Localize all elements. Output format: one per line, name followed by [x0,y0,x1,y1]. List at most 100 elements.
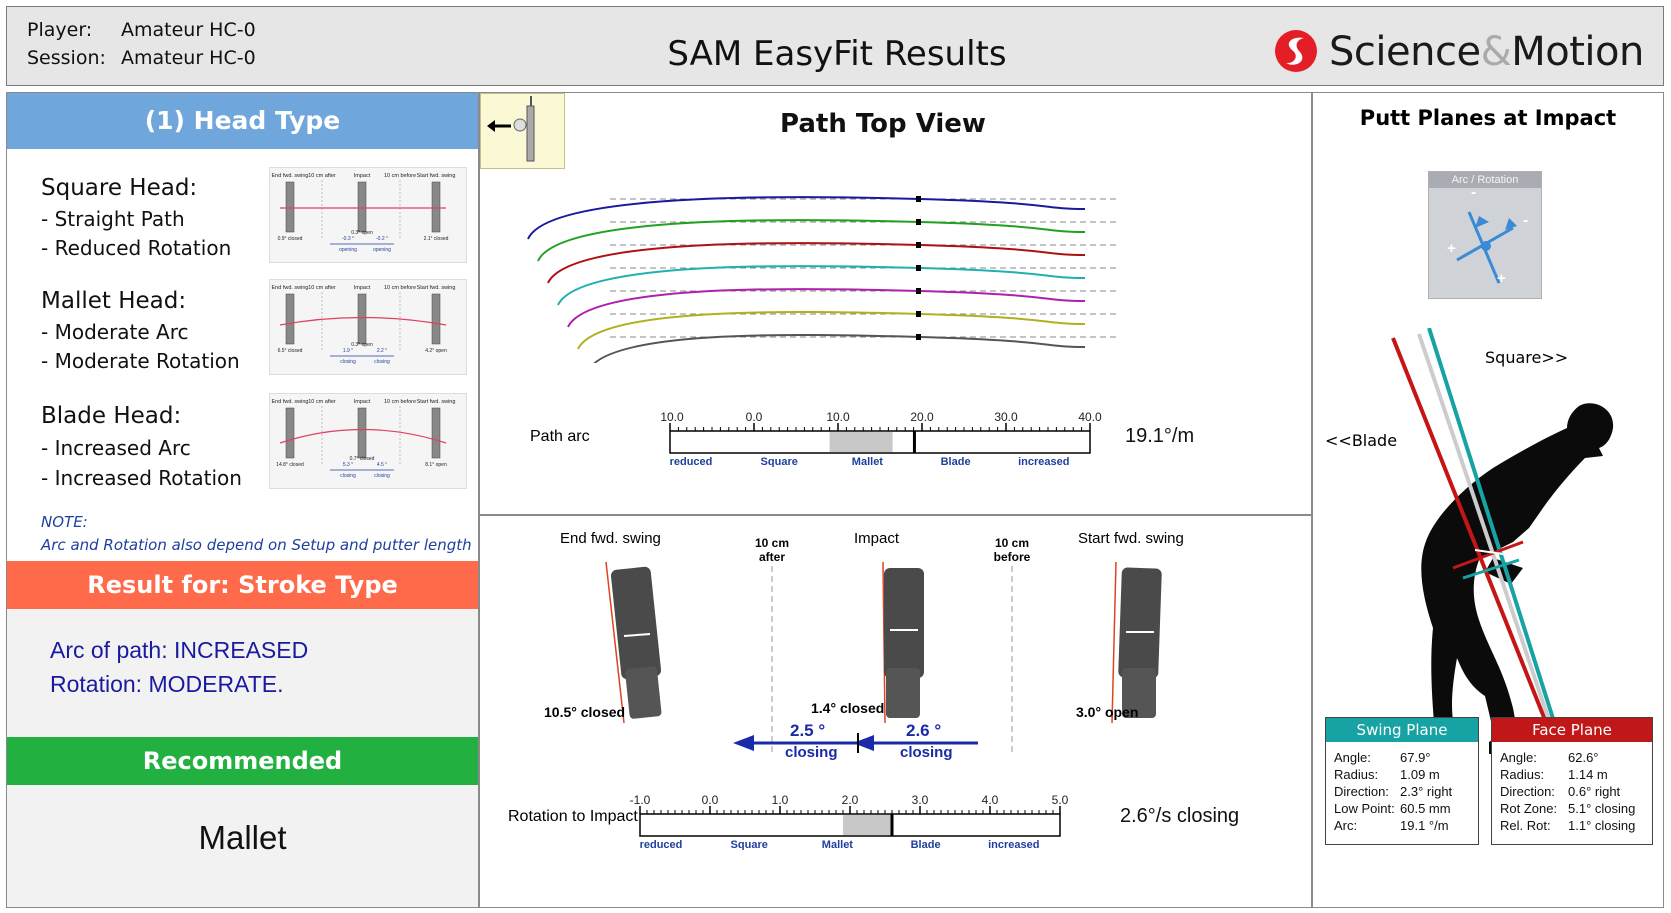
thumb-value: 0.3° open [351,230,373,236]
thumb-sub: opening [339,247,357,253]
face-plane-val: 62.6° [1568,750,1599,765]
blade-head-title: Blade Head: [41,403,182,429]
path-top-view-panel: Path Top View Path arc -10.0 0.0 10.0 20.0 3… [479,92,1312,515]
val-start-fwd: 3.0° open [1076,704,1139,720]
thumb-putter [285,407,295,459]
scale-tick-label: 4.0 [982,793,999,807]
arc-rotation-icon [1456,211,1517,284]
thumb-col-label: End fwd. swing [272,399,309,405]
col-impact: Impact [854,530,900,547]
mallet-head-item: - Moderate Arc [41,320,189,344]
swing-plane-key: Direction: [1334,784,1389,799]
thumb-sub: closing [374,359,390,365]
thumb-sub: closing [374,473,390,479]
stroke-path [527,196,1086,240]
swing-plane-key: Radius: [1334,767,1379,782]
scale-tick-label: -10.0 [660,410,684,424]
scale-tick-label: 40.0 [1078,410,1102,424]
stroke-path [557,265,1086,306]
thumb-col-label: Start fwd. swing [417,285,456,291]
scale-zone-label: reduced [640,839,683,850]
scale-tick-label: 0.0 [702,793,719,807]
swing-plane-val: 60.5 mm [1400,801,1451,816]
scale-highlight [843,815,892,835]
result-title: Result for: Stroke Type [7,561,478,609]
page-title: SAM EasyFit Results [667,34,1007,74]
recommended-value: Mallet [198,819,287,856]
inset-plus-bottom: + [1497,270,1506,287]
impact-marker [916,219,921,225]
face-plane-key: Angle: [1500,750,1537,765]
scale-zone-label: Blade [911,839,941,850]
thumb-col-label: 10 cm before [384,285,416,291]
scale-tick-label: 10.0 [826,410,850,424]
scale-zone-label: increased [988,839,1039,850]
scale-zone-label: Mallet [852,456,884,467]
thumb-value: 2.2 ° [377,348,387,354]
thumb-value: 0.7° closed [350,456,375,462]
thumb-putter [285,293,295,345]
inset-minus-top: - [1471,184,1477,201]
thumb-putter [357,181,367,233]
swing-plane-key: Arc: [1334,818,1358,833]
col-10cm-before: 10 cm before [993,536,1031,564]
thumb-col-label: End fwd. swing [272,173,309,179]
swing-plane-val: 1.09 m [1400,767,1440,782]
thumb-col-label: End fwd. swing [272,285,309,291]
result-arc: Arc of path: INCREASED [50,637,309,663]
inset-minus-right: - [1523,212,1529,229]
rotation-panel: End fwd. swing 10 cm after Impact 10 cm … [479,515,1312,908]
swing-plane-title: Swing Plane [1326,718,1478,742]
col-10cm-after: 10 cm after [754,536,790,564]
swing-plane-val: 67.9° [1400,750,1431,765]
thumb-putter [357,407,367,459]
session-label: Session: [27,47,106,69]
impact-marker [916,242,921,248]
val-impact: 1.4° closed [811,700,885,716]
inset-plus-left: + [1447,240,1456,257]
thumb-col-label: Impact [354,173,371,179]
note-text: Arc and Rotation also depend on Setup an… [41,536,472,554]
scale-zone-label: increased [1018,456,1069,467]
impact-marker [916,288,921,294]
thumb-sub: closing [340,473,356,479]
scale-tick-label: 0.0 [746,410,763,424]
face-plane-key: Rot Zone: [1500,801,1558,816]
impact-marker [916,334,921,340]
rotation-label: Rotation to Impact [508,808,638,825]
science-motion-logo-icon [1275,30,1317,72]
scale-tick-label: 2.0 [842,793,859,807]
mallet-head-item: - Moderate Rotation [41,349,240,373]
swing-plane-box: Swing Plane Angle: 67.9° Radius: 1.09 m … [1325,717,1479,845]
path-arc-scale: -10.0 0.0 10.0 20.0 30.0 40.0 reduced Square Mal… [660,410,1102,467]
square-head-item: - Reduced Rotation [41,236,232,260]
col-start-fwd-swing: Start fwd. swing [1078,530,1184,547]
thumb-value: 0.9° closed [278,236,303,242]
arrow-left-value: 2.5 ° [790,721,826,740]
thumb-col-label: 10 cm after [308,285,336,291]
scale-tick-label: 30.0 [994,410,1018,424]
face-plane-val: 1.1° closing [1568,818,1636,833]
thumb-col-label: Start fwd. swing [417,173,456,179]
thumb-value: 1.9 ° [343,348,353,354]
scale-tick-label: -1.0 [630,793,651,807]
path-arc-value: 19.1°/m [1125,425,1195,447]
stroke-path [547,242,1086,284]
thumb-col-label: 10 cm before [384,173,416,179]
arc-rotation-label: Arc / Rotation [1429,172,1541,188]
thumb-col-label: 10 cm after [308,173,336,179]
player-value: Amateur HC-0 [121,19,256,41]
putt-planes-panel: Putt Planes at Impact Arc / Rotation - -… [1312,92,1664,908]
path-curves-plot [527,196,1120,363]
swing-plane-key: Low Point: [1334,801,1395,816]
swing-plane-val: 2.3° right [1400,784,1453,799]
square-head-title: Square Head: [41,175,198,201]
impact-marker [916,265,921,271]
scale-tick-label: 1.0 [772,793,789,807]
face-plane-val: 1.14 m [1568,767,1608,782]
blade-head-thumbnail: End fwd. swing 10 cm after Impact 10 cm bef… [269,393,467,489]
head-type-title: (1) Head Type [7,93,478,149]
thumb-col-label: Start fwd. swing [417,399,456,405]
scale-highlight [829,432,893,452]
putter-start-fwd-image [1040,558,1220,728]
